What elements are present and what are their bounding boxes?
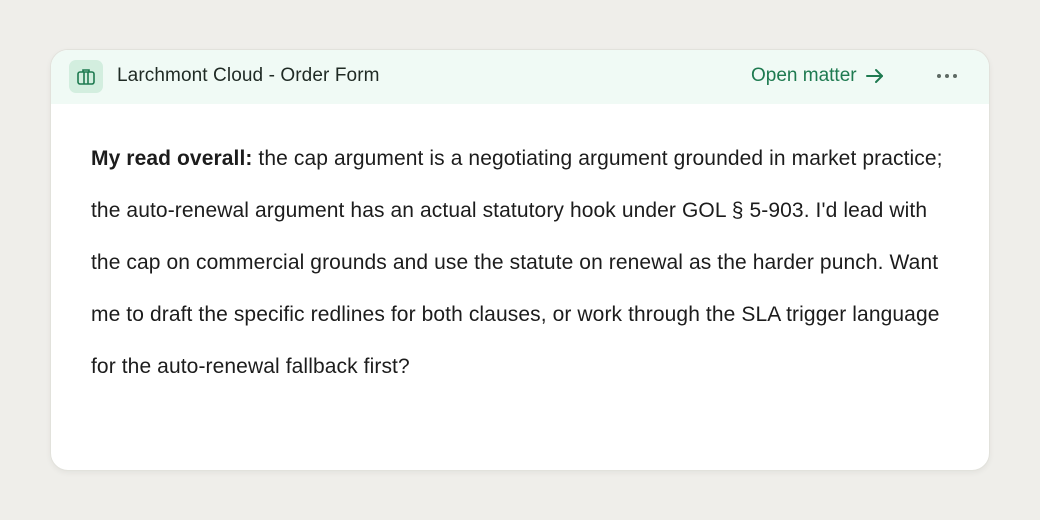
- document-icon: [69, 60, 103, 93]
- more-icon-dot: [953, 74, 957, 78]
- document-title: Larchmont Cloud - Order Form: [117, 65, 380, 86]
- open-matter-button[interactable]: Open matter: [751, 62, 885, 90]
- message-body: the cap argument is a negotiating argume…: [91, 147, 943, 378]
- more-icon: [937, 74, 941, 78]
- arrow-right-icon: [865, 69, 883, 83]
- open-matter-label: Open matter: [751, 65, 857, 86]
- message-lead: My read overall:: [91, 147, 253, 170]
- assistant-message: My read overall: the cap argument is a n…: [91, 133, 951, 393]
- more-icon-dot: [945, 74, 949, 78]
- card-header: Larchmont Cloud - Order Form Open matter: [51, 50, 989, 104]
- more-options-button[interactable]: [931, 62, 963, 90]
- document-card: Larchmont Cloud - Order Form Open matter…: [50, 49, 990, 471]
